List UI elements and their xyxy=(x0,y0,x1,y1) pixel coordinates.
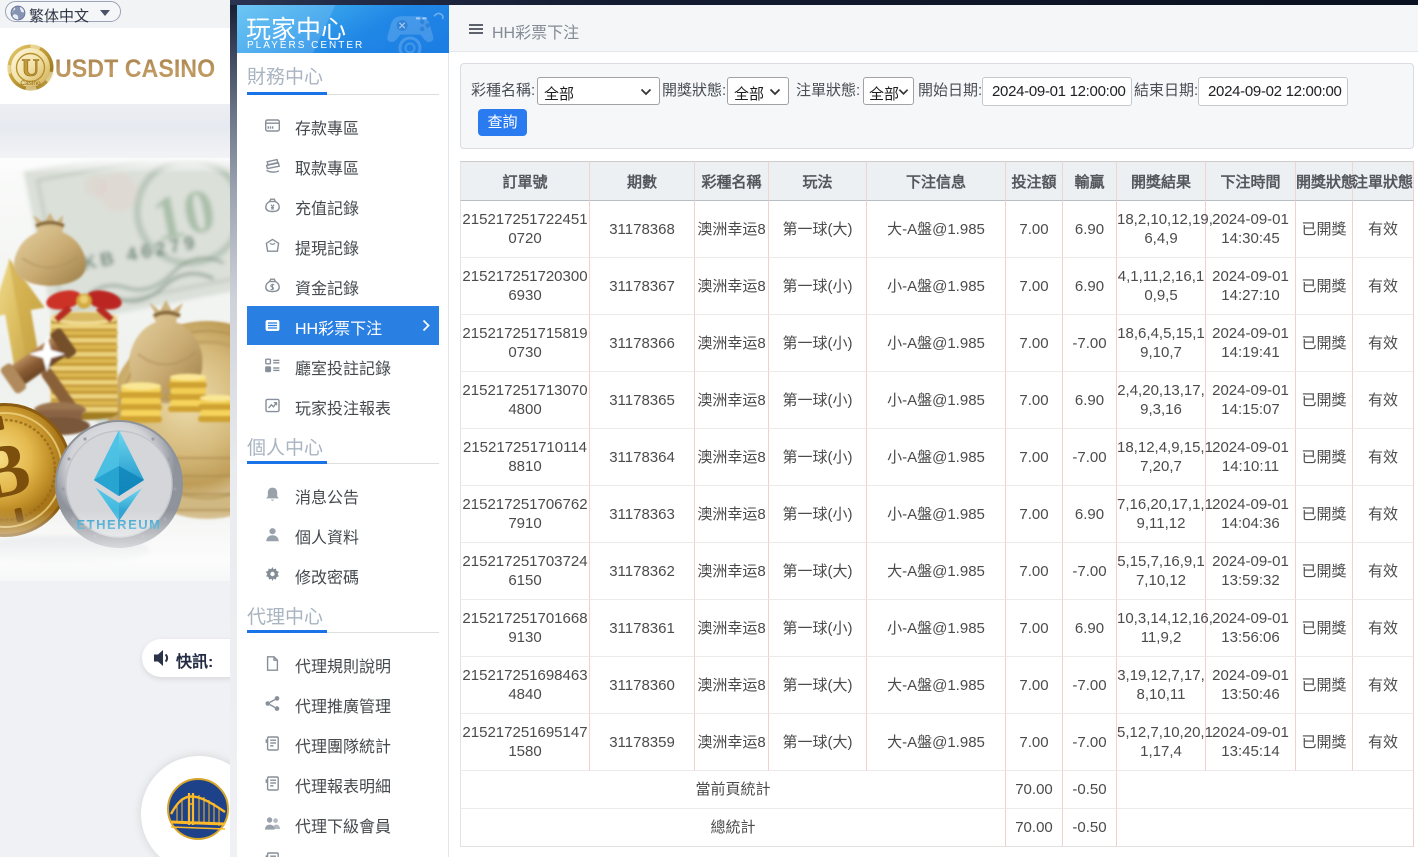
svg-text:U: U xyxy=(21,55,39,82)
svg-text:Casino: Casino xyxy=(20,80,41,87)
